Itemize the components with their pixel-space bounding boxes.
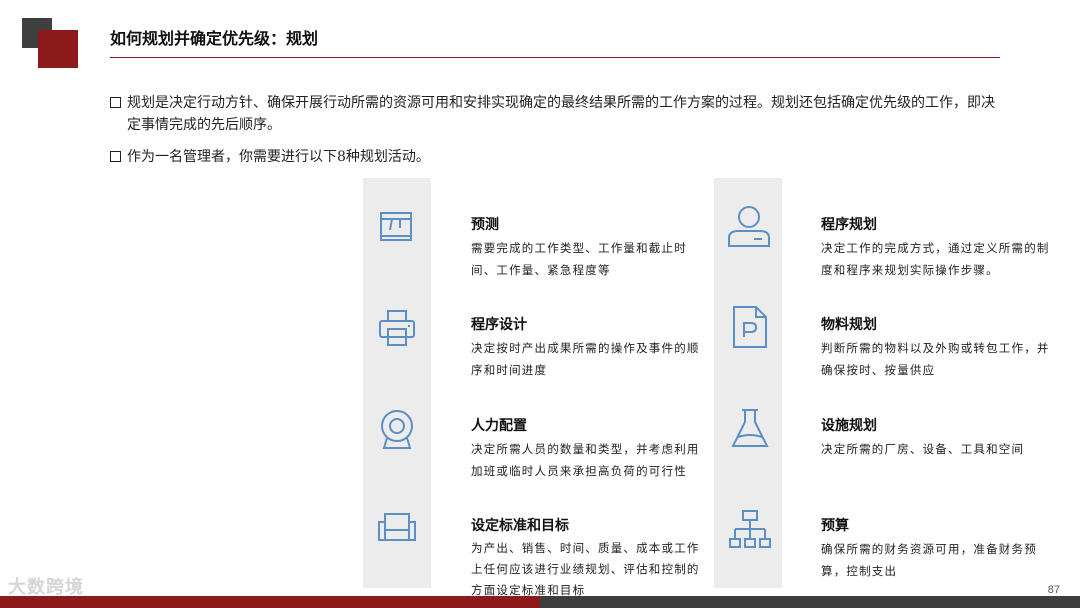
corner-decoration-red: [38, 30, 78, 68]
activity-title: 预算: [821, 518, 849, 534]
webcam-icon: [381, 410, 413, 449]
activity-title: 物料规划: [821, 317, 877, 333]
activity-title: 设施规划: [821, 418, 877, 434]
activity-facilities: 设施规划 决定所需的厂房、设备、工具和空间: [821, 416, 1061, 460]
footer-bar-gray: [540, 596, 1080, 608]
activity-title: 设定标准和目标: [471, 518, 569, 534]
activity-title: 程序规划: [821, 217, 877, 233]
calendar-icon: [380, 212, 412, 241]
activity-staffing: 人力配置 决定所需人员的数量和类型，并考虑利用加班或临时人员来承担高负荷的可行性: [471, 416, 711, 482]
bullet-item: 作为一名管理者，你需要进行以下8种规划活动。: [110, 146, 1000, 168]
activity-desc: 确保所需的财务资源可用，准备财务预算，控制支出: [821, 542, 1037, 578]
activity-desc: 需要完成的工作类型、工作量和截止时间、工作量、紧急程度等: [471, 241, 687, 277]
activity-desc: 判断所需的物料以及外购或转包工作，并确保按时、按量供应: [821, 341, 1050, 377]
activity-desc: 决定工作的完成方式，通过定义所需的制度和程序来规划实际操作步骤。: [821, 241, 1050, 277]
printer-icon: [379, 310, 415, 346]
activity-desc: 决定所需的厂房、设备、工具和空间: [821, 442, 1025, 456]
activity-budget: 预算 确保所需的财务资源可用，准备财务预算，控制支出: [821, 516, 1061, 582]
page-title: 如何规划并确定优先级：规划: [110, 29, 319, 48]
document-p-icon: [733, 306, 767, 348]
bullet-text: 规划是决定行动方针、确保开展行动所需的资源可用和安排实现确定的最终结果所需的工作…: [127, 95, 995, 133]
activity-procedure: 程序规划 决定工作的完成方式，通过定义所需的制度和程序来规划实际操作步骤。: [821, 215, 1061, 281]
footer-bar-red: [0, 596, 540, 608]
activity-materials: 物料规划 判断所需的物料以及外购或转包工作，并确保按时、按量供应: [821, 315, 1061, 381]
bullet-item: 规划是决定行动方针、确保开展行动所需的资源可用和安排实现确定的最终结果所需的工作…: [110, 92, 1000, 136]
bullet-box-icon: [110, 151, 121, 162]
activity-title: 程序设计: [471, 317, 527, 333]
bullet-text: 作为一名管理者，你需要进行以下8种规划活动。: [127, 149, 430, 165]
activity-title: 预测: [471, 217, 499, 233]
activity-forecast: 预测 需要完成的工作类型、工作量和截止时间、工作量、紧急程度等: [471, 215, 711, 281]
user-icon: [728, 206, 770, 247]
org-chart-icon: [729, 510, 771, 548]
title-divider: [110, 57, 1000, 58]
activity-standards: 设定标准和目标 为产出、销售、时间、质量、成本或工作上任何应该进行业绩规划、评估…: [471, 516, 711, 601]
activity-title: 人力配置: [471, 418, 527, 434]
activity-scheduling: 程序设计 决定按时产出成果所需的操作及事件的顺序和时间进度: [471, 315, 711, 381]
bullet-box-icon: [110, 97, 121, 108]
sofa-icon: [378, 513, 416, 541]
flask-icon: [731, 409, 769, 447]
page-number: 87: [1047, 584, 1060, 596]
activity-desc: 为产出、销售、时间、质量、成本或工作上任何应该进行业绩规划、评估和控制的方面设定…: [471, 541, 700, 597]
activity-desc: 决定按时产出成果所需的操作及事件的顺序和时间进度: [471, 341, 700, 377]
activity-desc: 决定所需人员的数量和类型，并考虑利用加班或临时人员来承担高负荷的可行性: [471, 442, 700, 478]
